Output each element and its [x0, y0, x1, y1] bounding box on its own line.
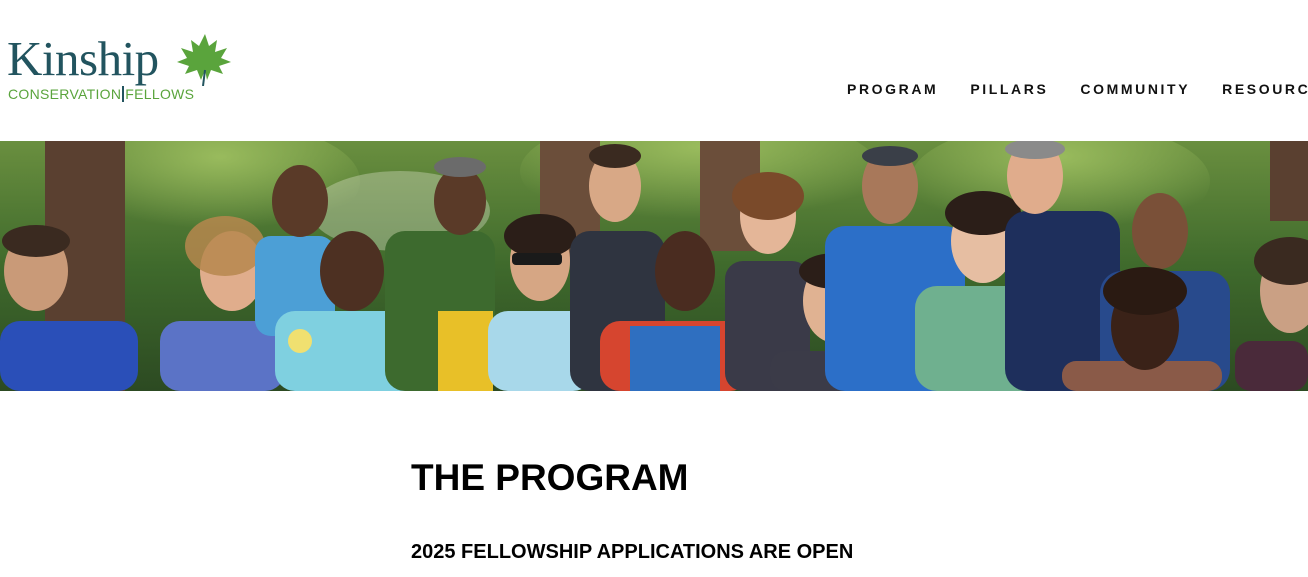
- logo-divider: [122, 86, 125, 102]
- site-header: Kinship CONSERVATION FELLOWS PROGRAM PILL…: [0, 0, 1308, 141]
- home-logo-link[interactable]: Kinship CONSERVATION FELLOWS: [7, 30, 237, 106]
- logo-sub-right: FELLOWS: [125, 86, 195, 102]
- maple-leaf-icon: [177, 34, 231, 86]
- hero-group-photo: [0, 141, 1308, 391]
- logo-wordmark: Kinship: [7, 31, 159, 86]
- nav-item-program[interactable]: PROGRAM: [847, 81, 938, 97]
- main-nav: PROGRAM PILLARS COMMUNITY RESOURCES: [847, 81, 1308, 97]
- group-photo: [0, 141, 1308, 391]
- nav-item-resources[interactable]: RESOURCES: [1222, 81, 1308, 97]
- section-subtitle: 2025 FELLOWSHIP APPLICATIONS ARE OPEN: [411, 541, 854, 563]
- logo-subtitle: CONSERVATION FELLOWS: [8, 86, 236, 102]
- page-title: THE PROGRAM: [411, 457, 689, 498]
- nav-item-community[interactable]: COMMUNITY: [1080, 81, 1190, 97]
- logo-sub-left: CONSERVATION: [8, 86, 122, 102]
- nav-item-pillars[interactable]: PILLARS: [970, 81, 1048, 97]
